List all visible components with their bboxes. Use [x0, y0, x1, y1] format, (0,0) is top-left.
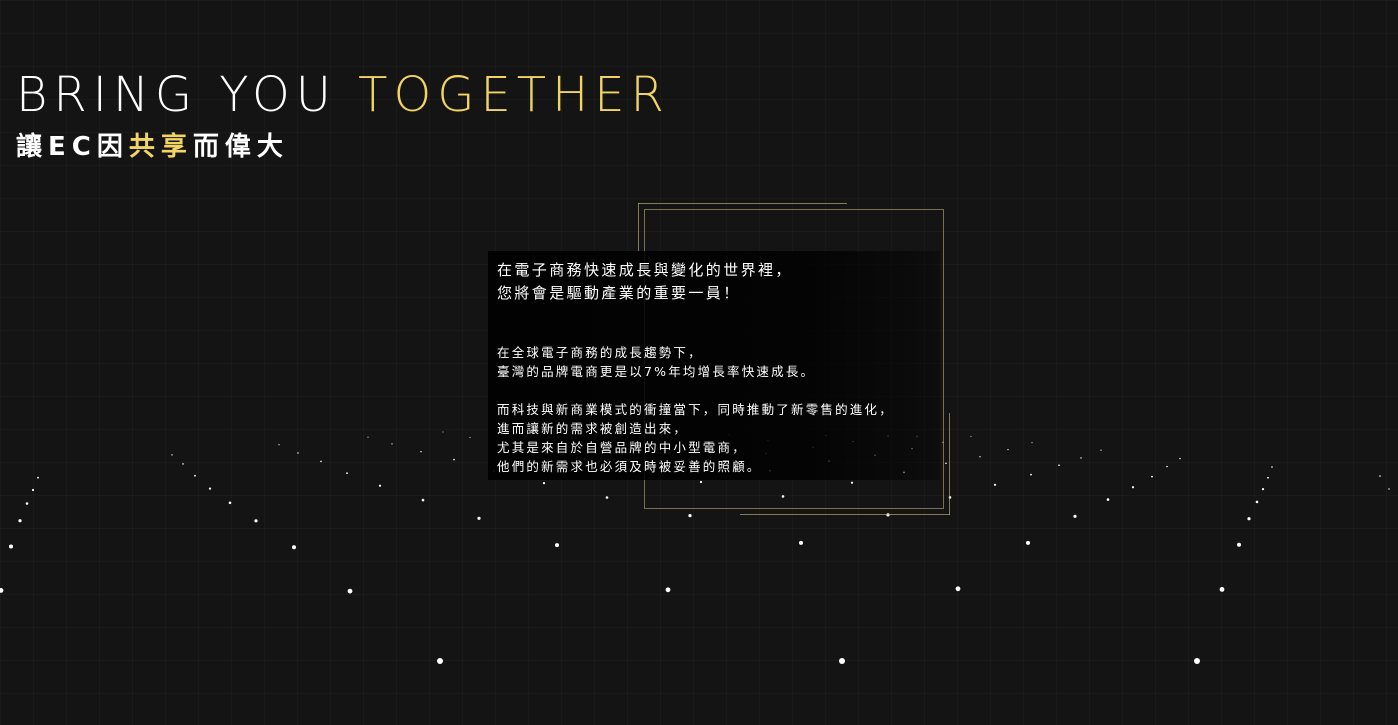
particle-dot	[542, 482, 546, 485]
particle-dot	[320, 460, 322, 463]
particle-dot	[1261, 488, 1265, 491]
particle-dot	[1151, 475, 1153, 478]
particle-dot	[1106, 498, 1110, 501]
particle-dot	[1179, 457, 1181, 460]
intro-lead: 在電子商務快速成長與變化的世界裡， 您將會是驅動產業的重要一員！	[497, 259, 940, 305]
particle-dot	[254, 519, 258, 523]
particle-dot	[1131, 486, 1135, 489]
particle-dot	[25, 502, 29, 505]
decorative-frame-line-bottom	[740, 514, 950, 515]
particle-dot	[605, 496, 609, 499]
particle-dot	[1073, 514, 1077, 518]
particle-dot	[292, 545, 296, 550]
particle-dot	[1007, 449, 1009, 451]
particle-dot	[31, 488, 35, 492]
particle-dot	[1247, 517, 1251, 521]
particle-dot	[1166, 465, 1168, 468]
particle-dot	[1255, 500, 1259, 504]
particle-dot	[208, 487, 212, 490]
particle-dot	[1379, 475, 1381, 477]
particle-dot	[955, 586, 961, 592]
particle-dot	[421, 498, 425, 502]
intro-paragraph-line: 進而讓新的需求被創造出來，	[497, 421, 689, 436]
particle-dot	[367, 436, 369, 438]
particle-dot	[420, 451, 422, 453]
particle-dot	[1388, 488, 1390, 490]
particle-dot	[182, 463, 184, 465]
particle-dot	[688, 514, 692, 518]
particle-dot	[442, 431, 444, 433]
particle-dot	[979, 456, 981, 458]
particle-dot	[555, 543, 559, 548]
particle-dot	[9, 544, 13, 549]
particle-dot	[1194, 658, 1200, 664]
particle-dot	[228, 501, 232, 505]
particle-dot	[799, 540, 803, 545]
intro-paragraph-2: 而科技與新商業模式的衝撞當下，同時推動了新零售的進化， 進而讓新的需求被創造出來…	[497, 400, 940, 476]
particle-dot	[1219, 587, 1225, 592]
decorative-frame-line-top	[638, 203, 847, 204]
particle-dot	[453, 458, 455, 461]
particle-dot	[970, 435, 972, 437]
particle-dot	[993, 483, 997, 486]
particle-dot	[346, 472, 348, 474]
particle-dot	[469, 436, 471, 438]
particle-dot	[278, 444, 280, 446]
particle-dot	[378, 484, 382, 487]
decorative-frame-line-left	[638, 203, 639, 251]
particle-dot	[1271, 466, 1273, 468]
particle-dot	[391, 443, 393, 445]
intro-paragraph-line: 臺灣的品牌電商更是以7%年均增長率快速成長。	[497, 364, 816, 379]
intro-paragraph-line: 在全球電子商務的成長趨勢下，	[497, 345, 703, 360]
intro-paragraph-line: 尤其是來自於自營品牌的中小型電商，	[497, 440, 747, 455]
particle-dot	[297, 452, 299, 454]
particle-dot	[477, 516, 481, 520]
particle-dot	[18, 519, 22, 523]
particle-dot	[839, 658, 845, 664]
intro-paragraph-1: 在全球電子商務的成長趨勢下， 臺灣的品牌電商更是以7%年均增長率快速成長。	[497, 343, 940, 381]
particle-dot	[1267, 476, 1269, 479]
particle-dot	[171, 454, 173, 456]
particle-dot	[1031, 442, 1033, 444]
particle-dot	[1100, 449, 1102, 451]
particle-dot	[347, 588, 353, 594]
particle-dot	[945, 462, 947, 465]
particle-dot	[1026, 540, 1030, 545]
intro-paragraph-line: 而科技與新商業模式的衝撞當下，同時推動了新零售的進化，	[497, 402, 894, 417]
intro-lead-line: 您將會是驅動產業的重要一員！	[497, 284, 741, 302]
particle-dot	[194, 474, 196, 477]
particle-dot	[437, 658, 443, 664]
particle-dot	[37, 476, 39, 479]
particle-dot	[1237, 542, 1241, 547]
decorative-frame-line-right	[949, 413, 950, 515]
intro-paragraph-line: 他們的新需求也必須及時被妥善的照顧。	[497, 459, 762, 474]
intro-lead-line: 在電子商務快速成長與變化的世界裡，	[497, 261, 793, 279]
particle-dot	[1030, 473, 1032, 476]
particle-dot	[0, 588, 4, 593]
intro-text-panel: 在電子商務快速成長與變化的世界裡， 您將會是驅動產業的重要一員！ 在全球電子商務…	[488, 251, 940, 480]
particle-dot	[665, 587, 671, 593]
particle-dot	[1080, 457, 1082, 459]
particle-dot	[1058, 464, 1060, 467]
